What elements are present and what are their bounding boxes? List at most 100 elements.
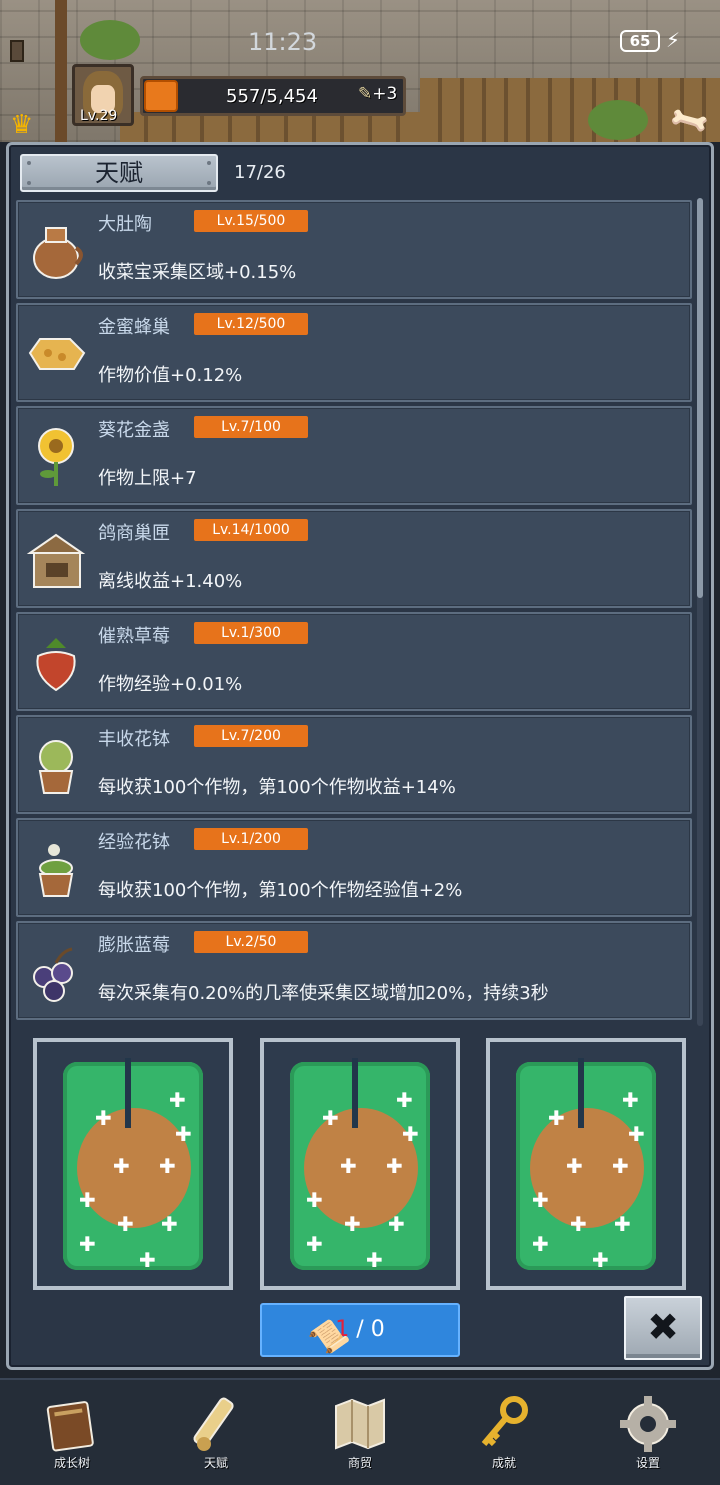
talent-name: 催熟草莓 [98,626,170,647]
talent-desc: 作物价值+0.12% [98,365,243,386]
flowerpot-sprout-icon [38,844,74,897]
talent-list[interactable]: 大肚陶 Lv.15/500 收菜宝采集区域+0.15% 金蜜蜂巢 Lv.12/5… [16,198,694,1026]
plus-icon: ✚ [612,1154,629,1178]
map-icon [335,1398,385,1450]
talent-name: 大肚陶 [98,214,152,235]
lantern-icon [10,40,24,62]
plus-icon: ✚ [402,1122,419,1146]
talent-name: 鸽商巢匣 [98,523,170,544]
talent-row[interactable]: 丰收花钵 Lv.7/200 每收获100个作物，第100个作物收益+14% [16,715,692,814]
crown-icon: ♛ [10,110,34,140]
talent-row[interactable]: 膨胀蓝莓 Lv.2/50 每次采集有0.20%的几率使采集区域增加20%，持续3… [16,921,692,1020]
scroll-counter: ✎+3 [358,84,398,104]
blueberry-icon [33,947,73,1002]
plus-icon: ✚ [322,1106,339,1130]
plus-icon: ✚ [306,1232,323,1256]
talent-row[interactable]: 催熟草莓 Lv.1/300 作物经验+0.01% [16,612,692,711]
bush [588,100,648,140]
coin-counter: 557/5,454 [226,86,318,107]
plus-icon: ✚ [161,1212,178,1236]
talent-name: 膨胀蓝莓 [98,935,170,956]
close-button[interactable]: ✖ [624,1296,702,1360]
level-badge: Lv.14/1000 [194,519,308,541]
birdhouse-icon [26,533,86,588]
plus-icon: ✚ [566,1154,583,1178]
strawberry-icon [36,638,76,692]
plus-icon: ✚ [344,1212,361,1236]
talent-row[interactable]: 金蜜蜂巢 Lv.12/500 作物价值+0.12% [16,303,692,402]
nav-item-growth-tree[interactable]: 成长树 [0,1380,144,1485]
level-badge: Lv.1/300 [194,622,308,644]
bottom-nav: 成长树 天赋 商贸 成就 设置 [0,1378,720,1485]
plus-icon: ✚ [340,1154,357,1178]
level-badge: Lv.1/200 [194,828,308,850]
plus-icon: ✚ [79,1232,96,1256]
plus-icon: ✚ [95,1106,112,1130]
level-badge: Lv.2/50 [194,931,308,953]
jug-icon [33,227,83,279]
use-scroll-button[interactable]: 📜 1 / 0 [260,1303,460,1361]
signpost [55,0,67,142]
talent-row[interactable]: 经验花钵 Lv.1/200 每收获100个作物，第100个作物经验值+2% [16,818,692,917]
plus-icon: ✚ [386,1154,403,1178]
nav-item-settings[interactable]: 设置 [576,1380,720,1485]
plus-icon: ✚ [592,1248,609,1272]
book-icon [46,1401,94,1452]
talent-desc: 作物经验+0.01% [98,674,243,695]
plus-icon: ✚ [628,1122,645,1146]
scroll-icon [193,1397,234,1451]
talent-count: 17/26 [234,162,286,183]
talent-row[interactable]: 大肚陶 Lv.15/500 收菜宝采集区域+0.15% [16,200,692,299]
plus-icon: ✚ [532,1232,549,1256]
plus-icon: ✚ [306,1188,323,1212]
scroll-icon: ✎ [358,84,373,104]
talent-card[interactable]: ✚ ✚ ✚ ✚ ✚ ✚ ✚ ✚ ✚ ✚ [33,1038,233,1290]
level-badge: Lv.7/100 [194,416,308,438]
plus-icon: ✚ [388,1212,405,1236]
plus-icon: ✚ [139,1248,156,1272]
tab-talent[interactable]: 天赋 [20,154,218,192]
nav-item-trade[interactable]: 商贸 [288,1380,432,1485]
plus-icon: ✚ [159,1154,176,1178]
talent-name: 葵花金盏 [98,420,170,441]
plus-icon: ✚ [169,1088,186,1112]
plus-icon: ✚ [366,1248,383,1272]
plus-icon: ✚ [548,1106,565,1130]
talent-name: 丰收花钵 [98,729,170,750]
level-badge: Lv.7/200 [194,725,308,747]
talent-name: 经验花钵 [98,832,170,853]
talent-desc: 每收获100个作物，第100个作物收益+14% [98,777,456,798]
talent-name: 金蜜蜂巢 [98,317,170,338]
house-wall [120,112,420,142]
status-time: 11:23 [248,28,318,56]
bush [80,20,140,60]
talent-desc: 作物上限+7 [98,468,197,489]
sunflower-icon [38,428,74,486]
plus-icon: ✚ [113,1154,130,1178]
honeycomb-icon [28,338,86,370]
talent-row[interactable]: 葵花金盏 Lv.7/100 作物上限+7 [16,406,692,505]
talent-card[interactable]: ✚ ✚ ✚ ✚ ✚ ✚ ✚ ✚ ✚ ✚ [260,1038,460,1290]
plus-icon: ✚ [614,1212,631,1236]
plus-icon: ✚ [175,1122,192,1146]
plus-icon: ✚ [396,1088,413,1112]
plus-icon: ✚ [622,1088,639,1112]
flowerpot-icon [38,740,74,794]
nav-item-talent[interactable]: 天赋 [144,1380,288,1485]
player-level: Lv.29 [80,108,118,124]
talent-desc: 每次采集有0.20%的几率使采集区域增加20%，持续3秒 [98,983,549,1004]
talent-desc: 收菜宝采集区域+0.15% [98,262,297,283]
list-scrollbar[interactable] [697,198,703,1026]
talent-row[interactable]: 鸽商巢匣 Lv.14/1000 离线收益+1.40% [16,509,692,608]
talent-card[interactable]: ✚ ✚ ✚ ✚ ✚ ✚ ✚ ✚ ✚ ✚ [486,1038,686,1290]
charging-icon: ⚡ [666,28,681,52]
nav-item-achievement[interactable]: 成就 [432,1380,576,1485]
plus-icon: ✚ [117,1212,134,1236]
level-badge: Lv.15/500 [194,210,308,232]
plus-icon: ✚ [532,1188,549,1212]
plus-icon: ✚ [570,1212,587,1236]
orange-gem-icon [144,80,178,112]
battery-icon: 65 [620,30,660,52]
talent-desc: 每收获100个作物，第100个作物经验值+2% [98,880,463,901]
plus-icon: ✚ [79,1188,96,1212]
